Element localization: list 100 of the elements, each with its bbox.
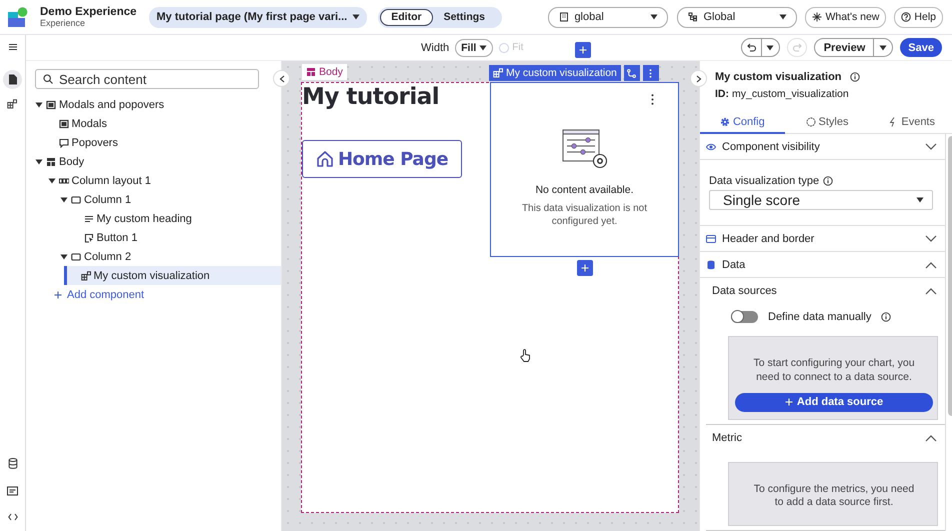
add-button[interactable]: [575, 42, 591, 58]
add-data-source-button[interactable]: Add data source: [735, 392, 933, 412]
tree-item[interactable]: Button 1: [26, 228, 281, 247]
subsection-header[interactable]: Data sources: [706, 278, 945, 304]
tree-item[interactable]: My custom visualization: [64, 266, 281, 285]
plus-icon: [579, 46, 587, 54]
panel-tab[interactable]: Events: [869, 112, 952, 134]
plus-icon: [580, 264, 588, 272]
text-lines-icon: [84, 214, 94, 224]
tree-item[interactable]: Column layout 1: [26, 171, 281, 190]
connect-button[interactable]: [624, 65, 640, 81]
search-field[interactable]: Search content: [35, 69, 259, 89]
page-heading: My tutorial: [302, 84, 440, 112]
tree-item[interactable]: Modals: [26, 114, 281, 133]
logo-icon: [8, 7, 28, 27]
kebab-icon: [649, 68, 652, 78]
tree-item[interactable]: Body: [26, 152, 281, 171]
component-title: My custom visualization: [715, 71, 842, 83]
section-header[interactable]: Header and border: [700, 226, 945, 252]
home-icon: [316, 150, 334, 168]
code-icon: [8, 513, 18, 521]
width-dropdown[interactable]: Fill: [455, 38, 494, 56]
building-icon: [559, 12, 570, 22]
add-button[interactable]: [576, 260, 592, 276]
add-component-link[interactable]: Add component: [26, 285, 281, 304]
caret-icon: [879, 44, 888, 50]
subsection-header[interactable]: Metric: [706, 424, 945, 451]
caret-icon: [766, 44, 774, 50]
window-icon: [706, 234, 716, 244]
menu-icon: [8, 44, 16, 50]
save-button[interactable]: Save: [900, 38, 942, 57]
preview-menu-button[interactable]: [878, 44, 888, 50]
panel-tab[interactable]: Styles: [784, 112, 870, 134]
connector-icon: [627, 68, 636, 78]
empty-state-title: No content available.: [535, 184, 634, 196]
section-header[interactable]: Component visibility: [700, 134, 945, 160]
panel-tab[interactable]: Config: [700, 112, 785, 134]
hierarchy-icon: [688, 12, 698, 22]
tree-item[interactable]: Column 2: [26, 247, 281, 266]
redo-icon: [792, 43, 802, 52]
scope-dropdown[interactable]: global: [548, 6, 668, 28]
toggle-switch[interactable]: [731, 311, 758, 324]
mode-tab[interactable]: Settings: [432, 8, 496, 26]
page-icon: [8, 74, 18, 85]
widget-icon: [80, 270, 90, 280]
notice-text: To configure the metrics, you need to add a data source first.: [752, 482, 916, 509]
database-icon: [706, 260, 716, 270]
caret-icon: [650, 14, 658, 20]
palette-icon: [806, 117, 816, 127]
hand-cursor-icon: [520, 349, 531, 362]
gear-icon: [720, 117, 730, 127]
mode-tab[interactable]: Editor: [380, 8, 433, 26]
toggle-label: Define data manually: [768, 311, 872, 324]
panel-icon: [7, 486, 18, 496]
type-dropdown[interactable]: Single score: [709, 190, 933, 210]
visualization-card[interactable]: No content available. This data visualization is not configured yet.: [490, 82, 679, 257]
rectangle-icon: [71, 194, 81, 204]
cursor-box-icon: [84, 232, 94, 242]
more-button[interactable]: [642, 65, 659, 81]
info-icon: [823, 176, 834, 186]
scope-dropdown[interactable]: Global: [677, 6, 798, 28]
caret-icon: [352, 14, 360, 20]
tree-item[interactable]: Modals and popovers: [26, 95, 281, 114]
undo-button[interactable]: [740, 38, 780, 57]
notice-text: To start configuring your chart, you need to connect to a data source.: [752, 357, 916, 384]
caret-icon: [479, 44, 488, 50]
width-label: Width: [421, 42, 450, 54]
plus-icon: [54, 290, 62, 298]
app-title: Demo Experience: [40, 6, 137, 18]
eye-icon: [706, 142, 716, 152]
empty-state-text: This data visualization is not configured yet.: [520, 203, 648, 228]
collapse-button[interactable]: [273, 70, 290, 87]
app-subtitle: Experience: [40, 18, 86, 28]
chevron-left-icon: [278, 74, 284, 82]
home-page-button[interactable]: Home Page: [302, 140, 462, 178]
layout-icon: [46, 156, 56, 166]
tree-item[interactable]: Column 1: [26, 190, 281, 209]
sparkle-icon: [812, 12, 822, 22]
whats-new-button[interactable]: What's new: [805, 6, 886, 28]
settings-sliders-drawing: [562, 129, 608, 169]
body-tag[interactable]: Body: [302, 64, 347, 80]
speech-bubble-icon: [58, 138, 68, 148]
info-icon: [881, 312, 892, 322]
id-label: ID:: [715, 88, 729, 100]
database-icon: [8, 458, 18, 469]
widget-icon: [6, 99, 18, 111]
plus-icon: [784, 398, 793, 406]
tree-item[interactable]: Popovers: [26, 133, 281, 152]
section-header[interactable]: Data: [700, 252, 945, 278]
caret-icon: [779, 14, 788, 20]
chevron-right-icon: [696, 74, 702, 82]
help-button[interactable]: Help: [894, 6, 943, 28]
tree-item[interactable]: My custom heading: [26, 209, 281, 228]
caret-icon: [916, 197, 924, 204]
page-selector[interactable]: My tutorial page (My first page vari...: [148, 6, 368, 28]
pages-tab[interactable]: [3, 70, 22, 89]
expand-button[interactable]: [690, 70, 707, 87]
undo-icon: [746, 43, 757, 52]
search-icon: [43, 74, 53, 84]
component-tag[interactable]: My custom visualization: [489, 65, 621, 81]
